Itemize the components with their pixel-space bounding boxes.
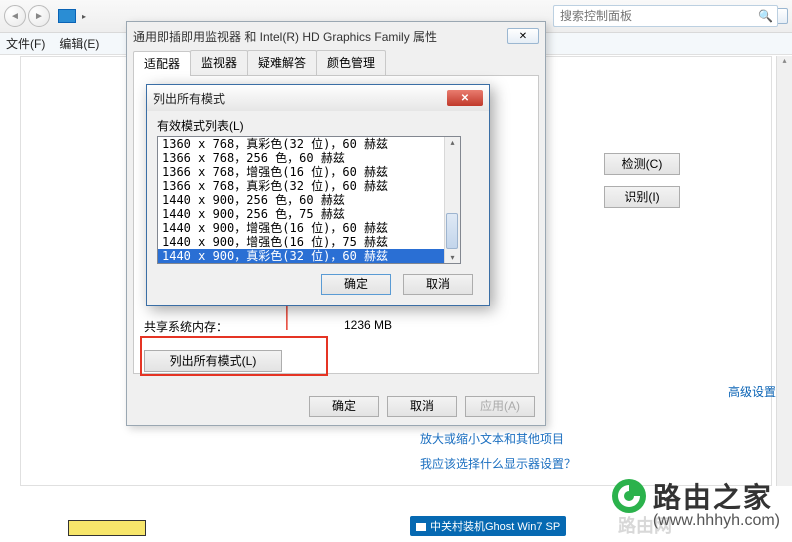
menu-edit[interactable]: 编辑(E)	[59, 35, 99, 52]
tab-monitor[interactable]: 监视器	[190, 50, 248, 75]
help-zoom-link[interactable]: 放大或缩小文本和其他项目	[420, 430, 564, 447]
list-item[interactable]: 1366 x 768，256 色，60 赫兹	[158, 151, 460, 165]
dialog-close-button[interactable]: ✕	[507, 28, 539, 44]
prop-ok-button[interactable]: 确定	[309, 396, 379, 417]
advanced-settings-link[interactable]: 高级设置	[728, 383, 776, 400]
list-item[interactable]: 1440 x 900，增强色(16 位)，60 赫兹	[158, 221, 460, 235]
identify-button[interactable]: 识别(I)	[604, 186, 680, 208]
masked-element	[68, 520, 146, 536]
watermark-url: (www.hhhyh.com)	[653, 512, 780, 530]
nav-forward-button[interactable]: ►	[28, 5, 50, 27]
tab-adapter[interactable]: 适配器	[133, 51, 191, 76]
shared-mem-label: 共享系统内存：	[144, 318, 344, 335]
monitor-icon	[58, 9, 76, 23]
dialog-title: 通用即插即用监视器 和 Intel(R) HD Graphics Family …	[133, 28, 437, 45]
list-modes-modal: 列出所有模式 ✕ 有效模式列表(L) 1360 x 768，真彩色(32 位)，…	[146, 84, 490, 306]
modal-ok-button[interactable]: 确定	[321, 274, 391, 295]
list-item[interactable]: 1360 x 768，真彩色(32 位)，60 赫兹	[158, 137, 460, 151]
scrollbar-thumb[interactable]	[446, 213, 458, 249]
list-item[interactable]: 1366 x 768，增强色(16 位)，60 赫兹	[158, 165, 460, 179]
prop-cancel-button[interactable]: 取消	[387, 396, 457, 417]
list-item-selected[interactable]: 1440 x 900，真彩色(32 位)，60 赫兹	[158, 249, 460, 263]
modes-list-label: 有效模式列表(L)	[157, 117, 479, 134]
watermark-brand: 路由之家	[653, 476, 773, 516]
vertical-scrollbar[interactable]	[776, 56, 792, 486]
modes-listbox[interactable]: 1360 x 768，真彩色(32 位)，60 赫兹 1366 x 768，25…	[157, 136, 461, 264]
chevron-right-icon: ▸	[82, 12, 86, 21]
watermark-logo: 路由之家 (www.hhhyh.com)	[611, 476, 780, 530]
search-icon: 🔍	[758, 9, 773, 23]
router-logo-icon	[611, 478, 647, 514]
list-item[interactable]: 1440 x 900，256 色，75 赫兹	[158, 207, 460, 221]
annotation-red-box	[140, 336, 328, 376]
help-which-link[interactable]: 我应该选择什么显示器设置？	[420, 455, 576, 472]
modal-close-button[interactable]: ✕	[447, 90, 483, 106]
menu-file[interactable]: 文件(F)	[6, 35, 45, 52]
detect-button[interactable]: 检测(C)	[604, 153, 680, 175]
list-item[interactable]: 1440 x 900，增强色(16 位)，75 赫兹	[158, 235, 460, 249]
modal-cancel-button[interactable]: 取消	[403, 274, 473, 295]
shared-mem-value: 1236 MB	[344, 318, 392, 335]
prop-apply-button[interactable]: 应用(A)	[465, 396, 535, 417]
modal-title: 列出所有模式	[153, 90, 225, 107]
tab-color[interactable]: 颜色管理	[316, 50, 386, 75]
ghost-badge: 中关村装机Ghost Win7 SP	[410, 516, 566, 536]
list-item[interactable]: 1366 x 768，真彩色(32 位)，60 赫兹	[158, 179, 460, 193]
search-input[interactable]	[554, 9, 777, 23]
list-item[interactable]: 1440 x 900，256 色，60 赫兹	[158, 193, 460, 207]
tab-troubleshoot[interactable]: 疑难解答	[247, 50, 317, 75]
nav-back-button[interactable]: ◄	[4, 5, 26, 27]
search-input-container[interactable]: 🔍	[553, 5, 778, 27]
